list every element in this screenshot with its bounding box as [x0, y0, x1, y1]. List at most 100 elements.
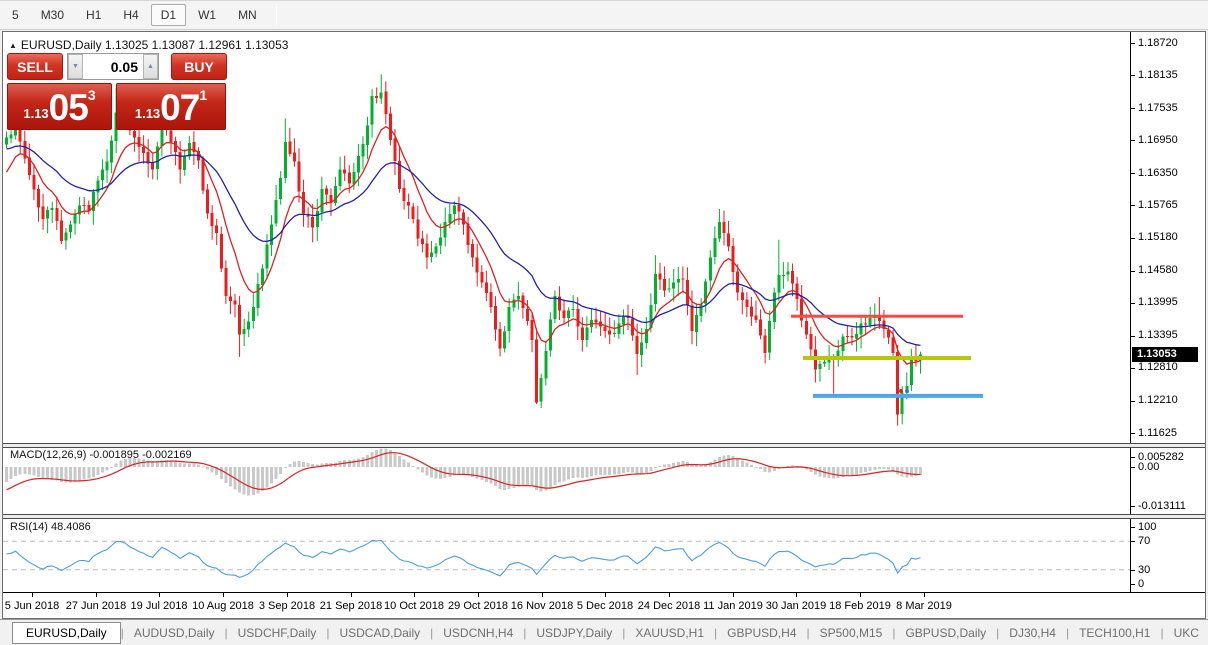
- timeframe-button-mn[interactable]: MN: [228, 4, 267, 26]
- macd-axis-label: -0.013111: [1138, 500, 1186, 513]
- rsi-axis-tick: [1131, 527, 1135, 528]
- macd-indicator-label: MACD(12,26,9) -0.001895 -0.002169: [10, 449, 192, 461]
- macd-axis-label: 0.00: [1138, 461, 1159, 474]
- volume-input[interactable]: [83, 54, 143, 79]
- timeframe-button-5[interactable]: 5: [2, 4, 29, 26]
- symbol-tab-usdcad-daily[interactable]: USDCAD,Daily: [329, 623, 430, 643]
- rsi-indicator-label: RSI(14) 48.4086: [10, 521, 91, 533]
- symbol-tab-gbpusd-h4[interactable]: GBPUSD,H4: [717, 623, 806, 643]
- symbol-tab-usdjpy-daily[interactable]: USDJPY,Daily: [526, 623, 622, 643]
- ask-big-digits: 07: [160, 91, 199, 124]
- symbol-tab-audusd-daily[interactable]: AUDUSD,Daily: [124, 623, 225, 643]
- trading-app: 5M30H1H4D1W1MN ▲ EURUSD,Daily 1.13025 1.1…: [0, 0, 1208, 645]
- ask-quote-button[interactable]: 1.13071: [116, 83, 226, 130]
- time-axis-label: 3 Sep 2018: [259, 600, 315, 612]
- time-axis-label: 5 Jun 2018: [5, 600, 59, 612]
- time-axis-tick: [287, 593, 288, 597]
- time-axis-tick: [223, 593, 224, 597]
- symbol-tab-usdcnh-h4[interactable]: USDCNH,H4: [433, 623, 523, 643]
- timeframe-button-h4[interactable]: H4: [113, 4, 148, 26]
- symbol-tab-eurusd-daily[interactable]: EURUSD,Daily: [12, 622, 121, 644]
- chart-window: ▲ EURUSD,Daily 1.13025 1.13087 1.12961 1.…: [2, 31, 1206, 619]
- price-axis-label: 1.14580: [1138, 264, 1178, 277]
- price-axis-label: 1.12810: [1138, 361, 1178, 374]
- price-axis-tick: [1131, 271, 1135, 272]
- price-axis-tick: [1131, 336, 1135, 337]
- price-axis-label: 1.16950: [1138, 134, 1178, 147]
- current-price-tag: 1.13053: [1132, 347, 1198, 362]
- toolbar-separator: [276, 5, 277, 25]
- price-axis-tick: [1131, 401, 1135, 402]
- price-axis-label: 1.12210: [1138, 394, 1178, 407]
- price-axis-tick: [1131, 108, 1135, 109]
- time-axis-label: 10 Oct 2018: [384, 600, 444, 612]
- time-axis-tick: [351, 593, 352, 597]
- chart-title-text: EURUSD,Daily 1.13025 1.13087 1.12961 1.1…: [21, 38, 289, 52]
- price-axis-tick: [1131, 368, 1135, 369]
- macd-axis-tick: [1131, 506, 1135, 507]
- macd-splitter[interactable]: [3, 443, 1205, 448]
- price-axis-tick: [1131, 205, 1135, 206]
- time-axis-tick: [924, 593, 925, 597]
- price-axis-tick: [1131, 303, 1135, 304]
- price-axis-label: 1.13395: [1138, 329, 1178, 342]
- price-axis-tick: [1131, 433, 1135, 434]
- bid-quote-button[interactable]: 1.13053: [7, 83, 112, 130]
- time-axis-tick: [733, 593, 734, 597]
- time-axis-label: 27 Jun 2018: [66, 600, 127, 612]
- symbol-tab-sp500-m15[interactable]: SP500,M15: [810, 623, 893, 643]
- price-axis-label: 1.15765: [1138, 199, 1178, 212]
- timeframe-button-w1[interactable]: W1: [188, 4, 226, 26]
- one-click-trade-panel: SELL ▼ ▲ BUY 1.13053 1.13071: [7, 53, 233, 130]
- time-axis-label: 16 Nov 2018: [511, 600, 573, 612]
- price-axis-label: 1.16350: [1138, 167, 1178, 180]
- symbol-tab-xauusd-h1[interactable]: XAUUSD,H1: [625, 623, 714, 643]
- time-axis-label: 11 Jan 2019: [703, 600, 763, 612]
- symbol-tab-ukc[interactable]: UKC: [1164, 623, 1208, 643]
- chart-title: ▲ EURUSD,Daily 1.13025 1.13087 1.12961 1.…: [9, 38, 288, 52]
- rsi-axis-label: 100: [1138, 521, 1156, 534]
- bid-big-digits: 05: [49, 91, 88, 124]
- price-axis-label: 1.18720: [1138, 37, 1178, 50]
- time-axis-label: 30 Jan 2019: [766, 600, 827, 612]
- time-axis-label: 8 Mar 2019: [896, 600, 952, 612]
- symbol-tab-tech100-h1[interactable]: TECH100,H1: [1069, 623, 1160, 643]
- timeframe-button-h1[interactable]: H1: [76, 4, 111, 26]
- time-axis-tick: [860, 593, 861, 597]
- time-axis-tick: [96, 593, 97, 597]
- volume-decrement-button[interactable]: ▼: [68, 54, 83, 79]
- macd-axis-tick: [1131, 457, 1135, 458]
- time-axis-label: 29 Oct 2018: [448, 600, 508, 612]
- rsi-axis-tick: [1131, 570, 1135, 571]
- ask-prefix: 1.13: [135, 104, 160, 124]
- price-axis-label: 1.18135: [1138, 69, 1178, 82]
- price-axis[interactable]: 1.18720 1.18135 1.17535 1.16950 1.16350 1.157…: [1130, 32, 1205, 592]
- time-axis-tick: [414, 593, 415, 597]
- symbol-tab-dj30-h4[interactable]: DJ30,H4: [999, 623, 1066, 643]
- time-axis-label: 21 Sep 2018: [320, 600, 382, 612]
- timeframe-button-m30[interactable]: M30: [31, 4, 74, 26]
- collapse-triangle-icon[interactable]: ▲: [9, 41, 17, 50]
- time-axis-label: 10 Aug 2018: [192, 600, 254, 612]
- symbol-tab-gbpusd-daily[interactable]: GBPUSD,Daily: [895, 623, 996, 643]
- bid-pipette: 3: [88, 87, 96, 103]
- rsi-axis-tick: [1131, 584, 1135, 585]
- buy-button[interactable]: BUY: [171, 53, 227, 80]
- timeframe-button-d1[interactable]: D1: [151, 4, 186, 26]
- time-axis-tick: [669, 593, 670, 597]
- macd-axis-tick: [1131, 467, 1135, 468]
- time-axis[interactable]: 5 Jun 201827 Jun 201819 Jul 201810 Aug 2…: [3, 592, 1205, 618]
- price-axis-tick: [1131, 43, 1135, 44]
- rsi-pane-canvas[interactable]: [3, 519, 1130, 592]
- price-axis-label: 1.17535: [1138, 102, 1178, 115]
- volume-increment-button[interactable]: ▲: [143, 54, 158, 79]
- sell-button[interactable]: SELL: [7, 53, 63, 80]
- rsi-splitter[interactable]: [3, 514, 1205, 519]
- rsi-axis-tick: [1131, 541, 1135, 542]
- time-axis-label: 5 Dec 2018: [577, 600, 633, 612]
- ask-pipette: 1: [199, 87, 207, 103]
- bid-prefix: 1.13: [23, 104, 48, 124]
- volume-stepper: ▼ ▲: [67, 53, 159, 80]
- symbol-tab-usdchf-daily[interactable]: USDCHF,Daily: [228, 623, 327, 643]
- rsi-axis-label: 30: [1138, 564, 1150, 577]
